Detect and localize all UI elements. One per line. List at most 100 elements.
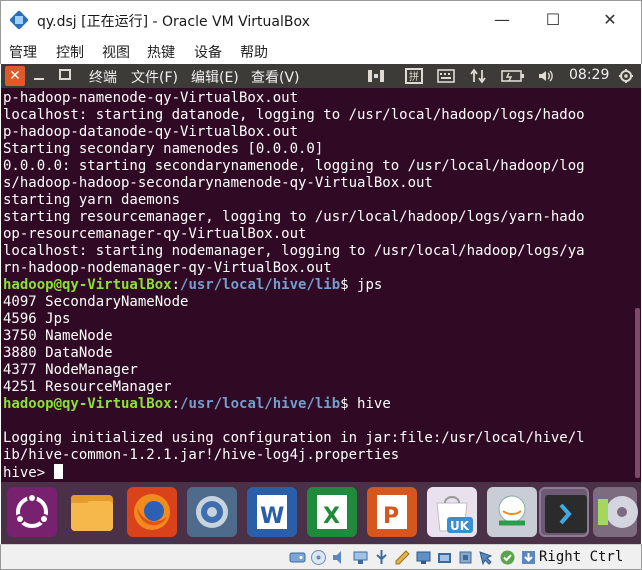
window-title-bar[interactable]: qy.dsj [正在运行] - Oracle VM VirtualBox — ☐…: [0, 0, 642, 38]
virtualbox-menu-bar: 管理 控制 视图 热键 设备 帮助: [0, 38, 642, 64]
terminal-text: op-resourcemanager-qy-VirtualBox.out: [3, 226, 307, 242]
terminal-line: localhost: starting datanode, logging to…: [3, 107, 585, 124]
terminal-window[interactable]: p-hadoop-namenode-qy-VirtualBox.out local…: [1, 88, 641, 482]
input-method-icon[interactable]: 拼: [405, 68, 423, 84]
display-icon[interactable]: [415, 549, 432, 566]
terminal-text: hive>: [3, 465, 54, 481]
terminal-maximize-button[interactable]: [59, 69, 71, 80]
terminal-line: ib/hive-common-1.2.1.jar!/hive-log4j.pro…: [3, 447, 585, 464]
keyboard-icon[interactable]: [437, 68, 455, 84]
text-cursor: [53, 464, 63, 479]
volume-icon[interactable]: [537, 68, 555, 84]
virtualbox-status-bar: Right Ctrl: [0, 544, 642, 570]
menu-hotkey[interactable]: 热键: [147, 42, 175, 62]
ubuntu-dash-icon[interactable]: [7, 487, 57, 537]
virtualbox-icon: [9, 10, 29, 30]
terminal-line: hadoop@qy-VirtualBox:/usr/local/hive/lib…: [3, 396, 585, 413]
terminal-text: Logging initialized using configuration …: [3, 430, 585, 446]
terminal-text: starting resourcemanager, logging to /us…: [3, 209, 585, 225]
svg-text:W: W: [260, 504, 284, 529]
terminal-minimize-button[interactable]: [34, 78, 44, 80]
terminal-text: 4251 ResourceManager: [3, 379, 172, 395]
terminal-line: s/hadoop-hadoop-secondarynamenode-qy-Vir…: [3, 175, 585, 192]
panel-menu-edit[interactable]: 编辑(E): [191, 67, 239, 87]
terminal-line: hadoop@qy-VirtualBox:/usr/local/hive/lib…: [3, 277, 585, 294]
network-updown-icon[interactable]: [469, 68, 487, 84]
terminal-text: $ hive: [340, 396, 391, 412]
terminal-app-icon[interactable]: [539, 487, 589, 537]
svg-text:X: X: [323, 504, 340, 529]
terminal-text: 3750 NameNode: [3, 328, 113, 344]
menu-manage[interactable]: 管理: [9, 42, 37, 62]
download-icon[interactable]: [520, 549, 537, 566]
svg-text:UK: UK: [450, 519, 470, 533]
dvd-icon[interactable]: [593, 487, 638, 537]
battery-icon[interactable]: [501, 68, 525, 84]
terminal-line: p-hadoop-datanode-qy-VirtualBox.out: [3, 124, 585, 141]
close-button[interactable]: ✕: [587, 1, 633, 37]
host-key-label: Right Ctrl: [539, 549, 624, 565]
terminal-line: Logging initialized using configuration …: [3, 430, 585, 447]
terminal-text: $ jps: [340, 277, 383, 293]
menu-view[interactable]: 视图: [102, 42, 130, 62]
terminal-line: 4097 SecondaryNameNode: [3, 294, 585, 311]
panel-menu-terminal[interactable]: 终端: [89, 67, 117, 87]
maximize-button[interactable]: ☐: [530, 1, 576, 37]
terminal-line: p-hadoop-namenode-qy-VirtualBox.out: [3, 90, 585, 107]
software-center-icon[interactable]: UK: [427, 487, 477, 537]
gear-power-icon[interactable]: [617, 68, 635, 84]
terminal-close-button[interactable]: ✕: [5, 66, 25, 86]
menu-help[interactable]: 帮助: [240, 42, 268, 62]
mouse-integration-icon[interactable]: [478, 549, 495, 566]
cpu-icon[interactable]: [457, 549, 474, 566]
writer-icon[interactable]: W: [247, 487, 297, 537]
terminal-line: localhost: starting nodemanager, logging…: [3, 243, 585, 260]
audio-icon[interactable]: [331, 549, 348, 566]
terminal-line: starting yarn daemons: [3, 192, 585, 209]
terminal-line: 3880 DataNode: [3, 345, 585, 362]
panel-menu-view[interactable]: 查看(V): [251, 67, 300, 87]
terminal-line: 4377 NodeManager: [3, 362, 585, 379]
shared-folder-icon[interactable]: [394, 549, 411, 566]
terminal-line: 4251 ResourceManager: [3, 379, 585, 396]
impress-icon[interactable]: P: [367, 487, 417, 537]
terminal-text: rn-hadoop-nodemanager-qy-VirtualBox.out: [3, 260, 332, 276]
ubuntu-top-panel: ✕ 终端 文件(F) 编辑(E) 查看(V) 拼 08:29: [1, 64, 641, 88]
panel-menu-file[interactable]: 文件(F): [131, 67, 178, 87]
terminal-text: p-hadoop-namenode-qy-VirtualBox.out: [3, 90, 299, 106]
system-settings-icon[interactable]: [187, 487, 237, 537]
terminal-text: ib/hive-common-1.2.1.jar!/hive-log4j.pro…: [3, 447, 400, 463]
terminal-text: 0.0.0.0: starting secondarynamenode, log…: [3, 158, 585, 174]
files-icon[interactable]: [67, 487, 117, 537]
firefox-icon[interactable]: [127, 487, 177, 537]
prompt-path: /usr/local/hive/lib: [180, 277, 341, 293]
terminal-scrollbar[interactable]: [635, 308, 640, 478]
usb-icon[interactable]: [373, 549, 390, 566]
window-title: qy.dsj [正在运行] - Oracle VM VirtualBox: [37, 14, 310, 30]
panel-clock[interactable]: 08:29: [569, 67, 609, 83]
amazon-icon[interactable]: [487, 487, 537, 537]
terminal-text: :: [171, 277, 181, 293]
terminal-text: s/hadoop-hadoop-secondarynamenode-qy-Vir…: [3, 175, 433, 191]
terminal-line: hive>: [3, 464, 585, 481]
terminal-line: 0.0.0.0: starting secondarynamenode, log…: [3, 158, 585, 175]
calc-icon[interactable]: X: [307, 487, 357, 537]
terminal-line: Starting secondary namenodes [0.0.0.0]: [3, 141, 585, 158]
prompt-path: /usr/local/hive/lib: [180, 396, 341, 412]
network-icon[interactable]: [352, 549, 369, 566]
optical-icon[interactable]: [310, 549, 327, 566]
terminal-text: localhost: starting nodemanager, logging…: [3, 243, 585, 259]
menu-devices[interactable]: 设备: [194, 42, 222, 62]
keyboard-capture-icon[interactable]: [499, 549, 516, 566]
terminal-line: 4596 Jps: [3, 311, 585, 328]
terminal-text: Starting secondary namenodes [0.0.0.0]: [3, 141, 324, 157]
harddisk-icon[interactable]: [289, 549, 306, 566]
svg-text:P: P: [383, 504, 399, 529]
capture-icon[interactable]: [436, 549, 453, 566]
terminal-indicator-icon[interactable]: [367, 68, 385, 84]
menu-control[interactable]: 控制: [56, 42, 84, 62]
minimize-button[interactable]: —: [479, 1, 525, 37]
terminal-text: 3880 DataNode: [3, 345, 113, 361]
prompt-user: hadoop@qy-VirtualBox: [3, 277, 172, 293]
